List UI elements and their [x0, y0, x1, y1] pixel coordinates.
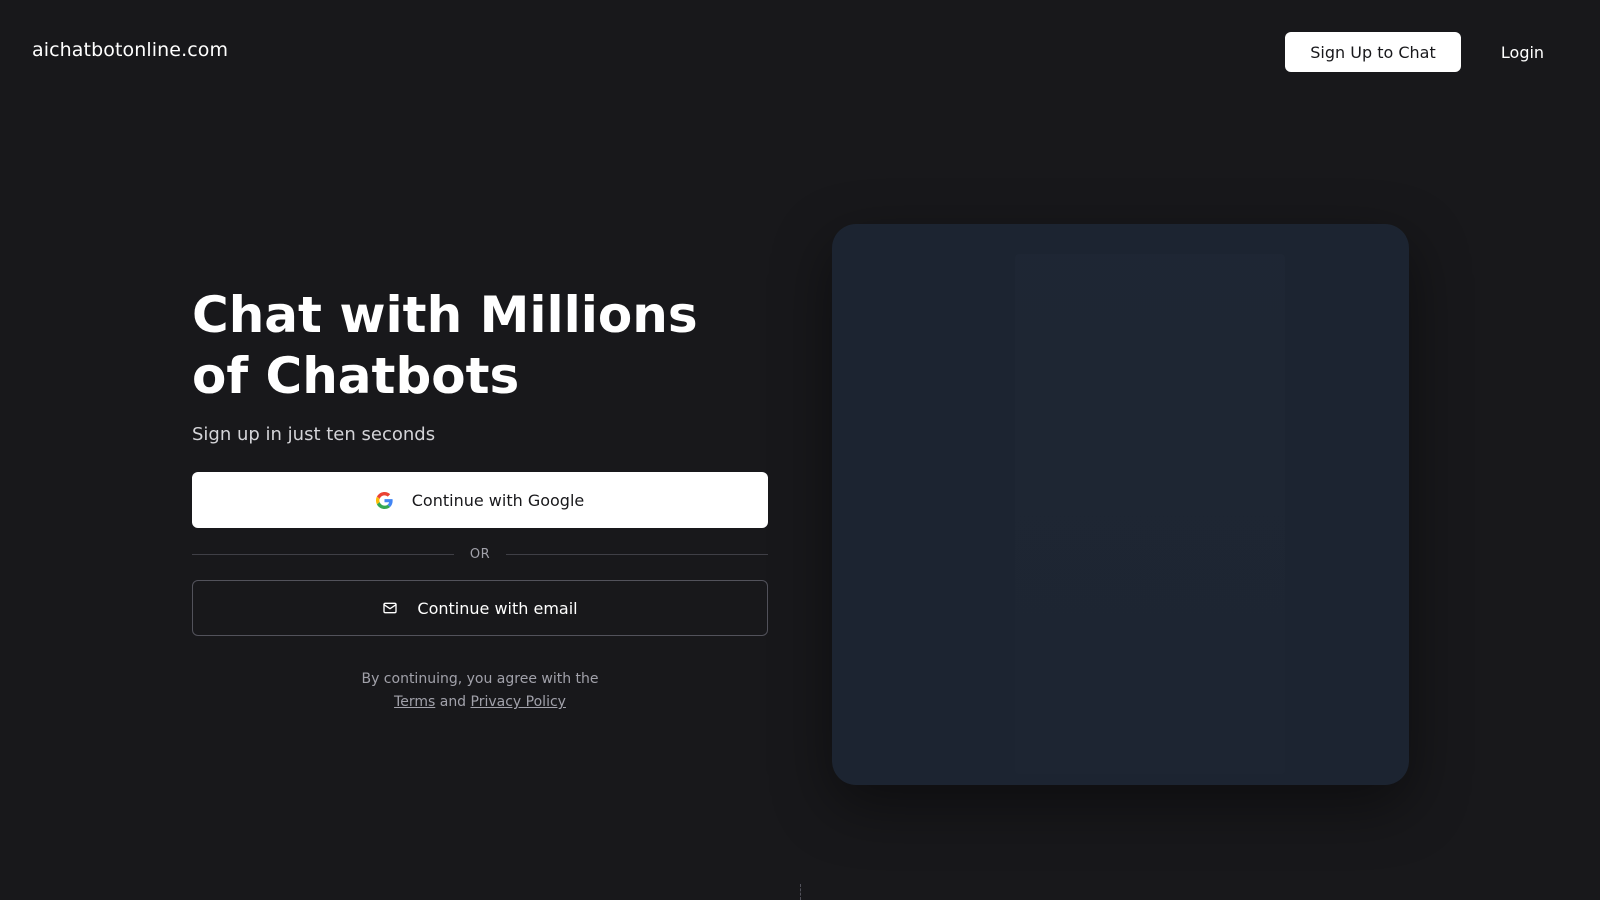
continue-with-email-button[interactable]: Continue with email — [192, 580, 768, 636]
google-button-label: Continue with Google — [411, 490, 585, 510]
divider-line-left — [192, 553, 454, 555]
continue-with-google-button[interactable]: Continue with Google — [192, 472, 768, 528]
page-title: Chat with Millions of Chatbots — [192, 286, 698, 405]
media-preview-placeholder — [1015, 254, 1285, 774]
legal-notice: By continuing, you agree with the Terms … — [192, 668, 768, 714]
mail-icon — [382, 600, 398, 616]
divider-label: OR — [469, 546, 491, 562]
site-logo-link[interactable]: aichatbotonline.com — [32, 39, 228, 61]
email-button-label: Continue with email — [417, 598, 578, 618]
scroll-indicator — [800, 884, 801, 900]
media-preview-panel — [832, 224, 1409, 785]
terms-link[interactable]: Terms — [394, 694, 435, 710]
divider-line-right — [506, 553, 769, 555]
login-button[interactable]: Login — [1476, 32, 1569, 72]
signup-button[interactable]: Sign Up to Chat — [1285, 32, 1461, 72]
signup-section: Chat with Millions of Chatbots Sign up i… — [192, 285, 769, 714]
google-logo-icon — [375, 491, 393, 509]
legal-and: and — [439, 694, 467, 710]
legal-prefix: By continuing, you agree with the — [361, 671, 599, 687]
page-subtitle: Sign up in just ten seconds — [192, 424, 436, 445]
landing-page: aichatbotonline.com Sign Up to Chat Logi… — [0, 0, 1600, 900]
privacy-policy-link[interactable]: Privacy Policy — [471, 694, 566, 710]
or-divider: OR — [192, 544, 769, 564]
